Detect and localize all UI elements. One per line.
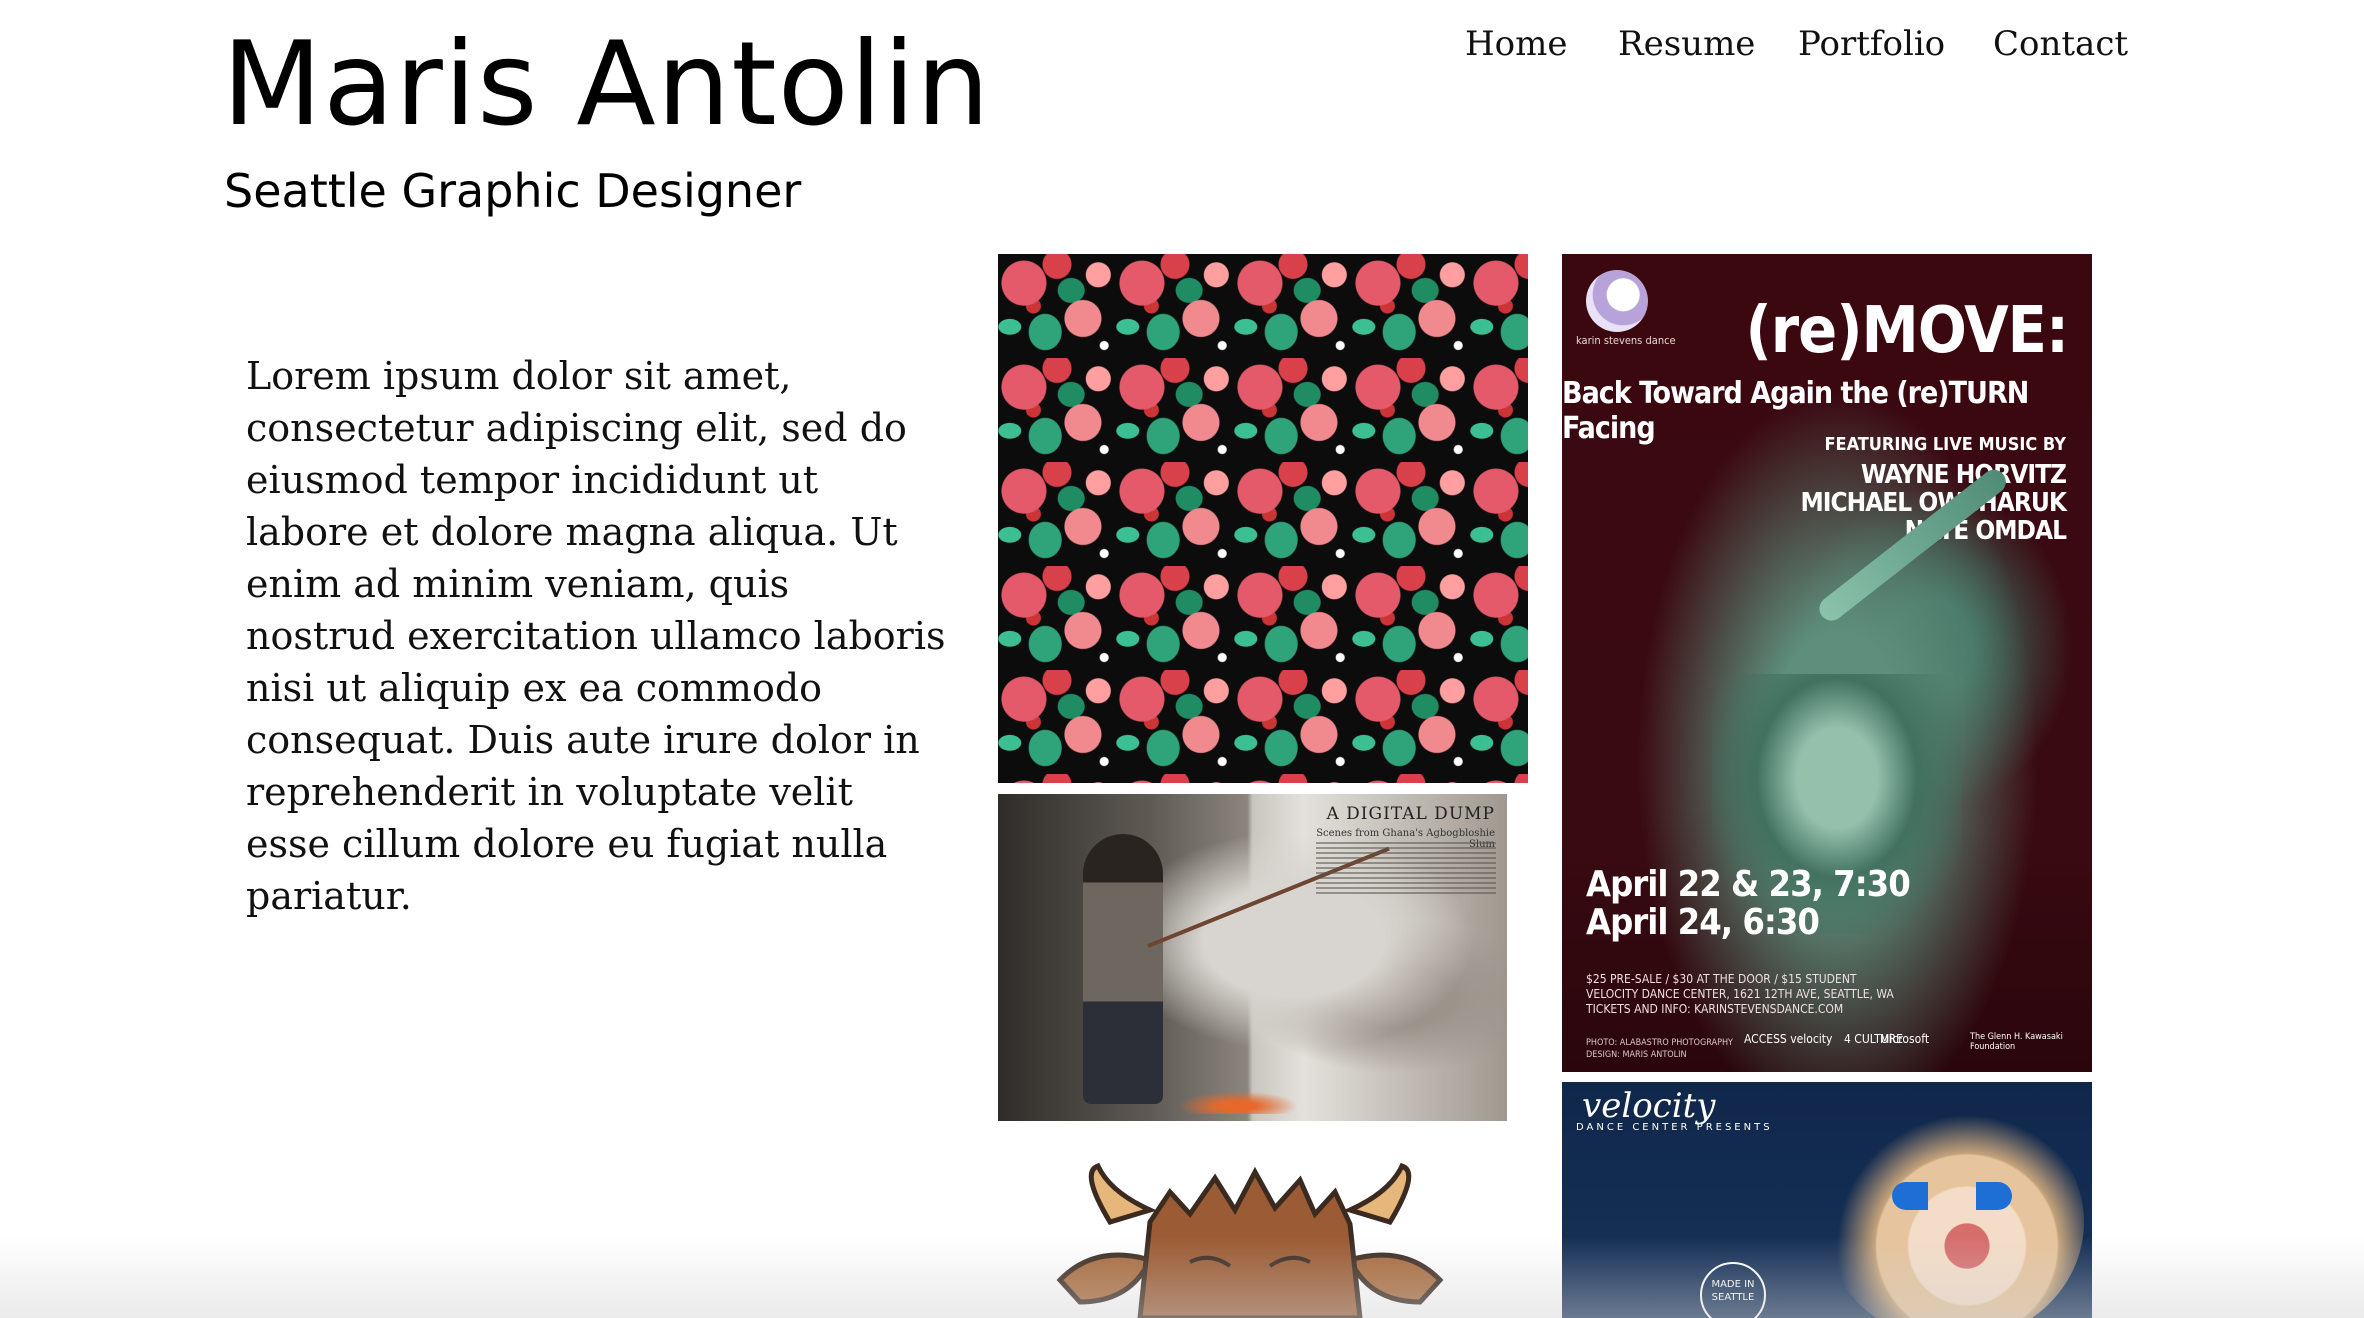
badge-line: SEATTLE <box>1711 1292 1755 1303</box>
poster-musician: WAYNE HORVITZ <box>1860 460 2067 490</box>
karin-stevens-dance-logo-icon <box>1586 270 1648 332</box>
poster-sponsor: The Glenn H. Kawasaki Foundation <box>1970 1032 2063 1052</box>
velocity-logo: velocity <box>1582 1086 1716 1126</box>
badge-line: MADE IN <box>1711 1279 1755 1290</box>
poster-info-line: VELOCITY DANCE CENTER, 1621 12TH AVE, SE… <box>1586 987 1894 1001</box>
poster-date: April 22 & 23, 7:30 <box>1586 864 1911 905</box>
magazine-photo-fire <box>1108 1074 1368 1114</box>
poster-title: (re)MOVE: <box>1745 294 2069 368</box>
velocity-face-image <box>1824 1102 2084 1318</box>
main-nav: Home Resume Portfolio Contact <box>0 22 2364 92</box>
intro-paragraph: Lorem ipsum dolor sit amet, consectetur … <box>246 354 946 918</box>
made-in-seattle-badge: MADE IN SEATTLE <box>1700 1262 1766 1318</box>
poster-date: April 24, 6:30 <box>1586 902 1820 943</box>
poster-credit: PHOTO: ALABASTRO PHOTOGRAPHY <box>1586 1038 1733 1048</box>
poster-credit: DESIGN: MARIS ANTOLIN <box>1586 1050 1687 1060</box>
floral-pattern-thumbnail[interactable] <box>998 254 1528 783</box>
poster-sponsor: ACCESS velocity <box>1744 1032 1833 1046</box>
velocity-face-makeup <box>1892 1182 2012 1210</box>
poster-info-line: TICKETS AND INFO: KARINSTEVENSDANCE.COM <box>1586 1002 1844 1016</box>
magazine-spread-thumbnail[interactable]: A DIGITAL DUMP Scenes from Ghana's Agbog… <box>998 794 1507 1121</box>
remove-dance-poster-thumbnail[interactable]: karin stevens dance (re)MOVE: Back Towar… <box>1562 254 2092 1072</box>
magazine-body-text <box>1316 842 1496 894</box>
nav-home[interactable]: Home <box>1465 22 1567 66</box>
nav-contact[interactable]: Contact <box>1993 22 2128 66</box>
poster-org: karin stevens dance <box>1576 334 1676 347</box>
nav-resume[interactable]: Resume <box>1618 22 1755 66</box>
poster-sponsor: Microsoft <box>1880 1032 1930 1046</box>
highland-cow-illustration-thumbnail[interactable] <box>1040 1152 1460 1318</box>
velocity-subtitle: DANCE CENTER PRESENTS <box>1576 1122 1773 1133</box>
site-tagline: Seattle Graphic Designer <box>224 164 802 218</box>
highland-cow-icon <box>1056 1162 1444 1318</box>
magazine-photo-figure <box>1083 834 1163 1104</box>
magazine-headline: A DIGITAL DUMP <box>1326 804 1495 824</box>
poster-featuring: FEATURING LIVE MUSIC BY <box>1824 434 2066 455</box>
nav-portfolio[interactable]: Portfolio <box>1798 22 1945 66</box>
velocity-dance-poster-thumbnail[interactable]: velocity DANCE CENTER PRESENTS MADE IN S… <box>1562 1082 2092 1318</box>
poster-info-line: $25 PRE-SALE / $30 AT THE DOOR / $15 STU… <box>1586 972 1857 986</box>
